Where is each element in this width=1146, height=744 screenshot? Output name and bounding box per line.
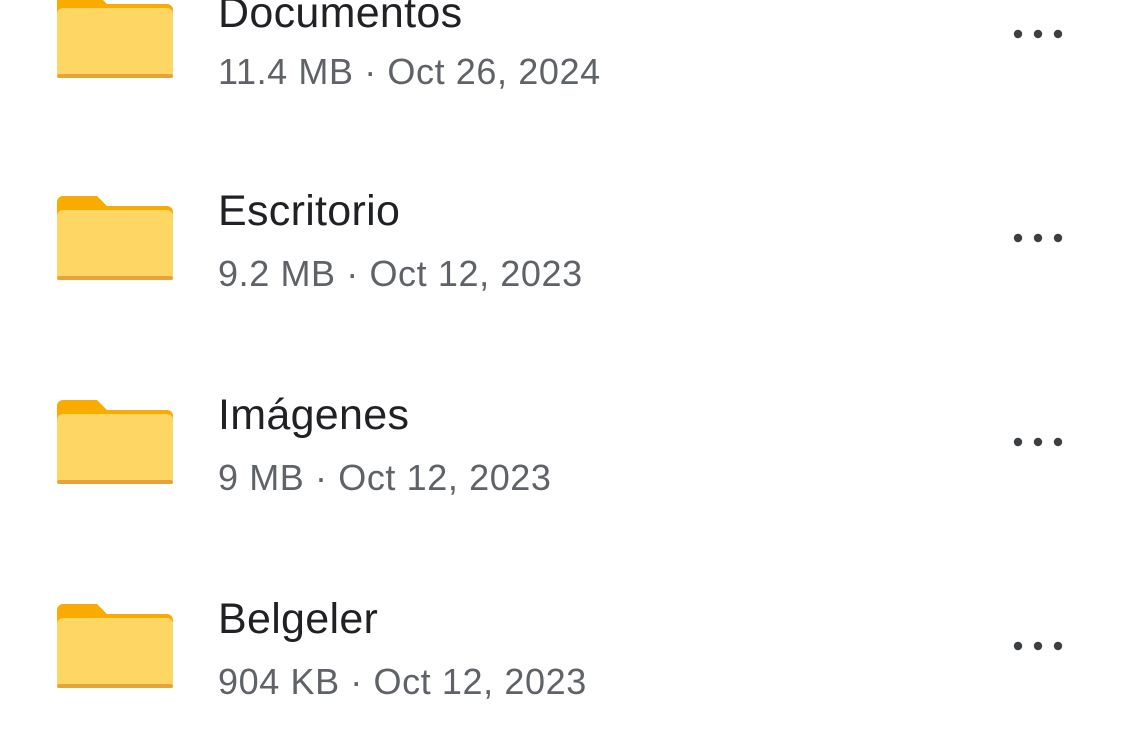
folder-name: Escritorio: [218, 187, 401, 235]
folder-icon: [57, 398, 173, 484]
more-options-button[interactable]: [996, 208, 1080, 268]
more-horizontal-icon: [1013, 29, 1063, 39]
folder-row-belgeler[interactable]: Belgeler 904 KB · Oct 12, 2023: [0, 564, 1146, 744]
folder-name: Belgeler: [218, 595, 379, 643]
folder-icon: [57, 194, 173, 280]
more-options-button[interactable]: [996, 616, 1080, 676]
folder-row-documentos[interactable]: Documentos 11.4 MB · Oct 26, 2024: [0, 0, 1146, 132]
more-horizontal-icon: [1013, 233, 1063, 243]
folder-name: Documentos: [218, 0, 463, 37]
more-options-button[interactable]: [996, 4, 1080, 64]
folder-row-imagenes[interactable]: Imágenes 9 MB · Oct 12, 2023: [0, 360, 1146, 540]
more-horizontal-icon: [1013, 437, 1063, 447]
folder-icon: [57, 602, 173, 688]
folder-meta: 9 MB · Oct 12, 2023: [218, 457, 552, 498]
folder-meta: 11.4 MB · Oct 26, 2024: [218, 51, 601, 92]
folder-meta: 9.2 MB · Oct 12, 2023: [218, 253, 583, 294]
more-options-button[interactable]: [996, 412, 1080, 472]
folder-meta: 904 KB · Oct 12, 2023: [218, 661, 587, 702]
folder-icon: [57, 0, 173, 78]
folder-name: Imágenes: [218, 391, 410, 439]
folder-list: Documentos 11.4 MB · Oct 26, 2024 Escrit…: [0, 0, 1146, 716]
more-horizontal-icon: [1013, 641, 1063, 651]
folder-row-escritorio[interactable]: Escritorio 9.2 MB · Oct 12, 2023: [0, 156, 1146, 336]
